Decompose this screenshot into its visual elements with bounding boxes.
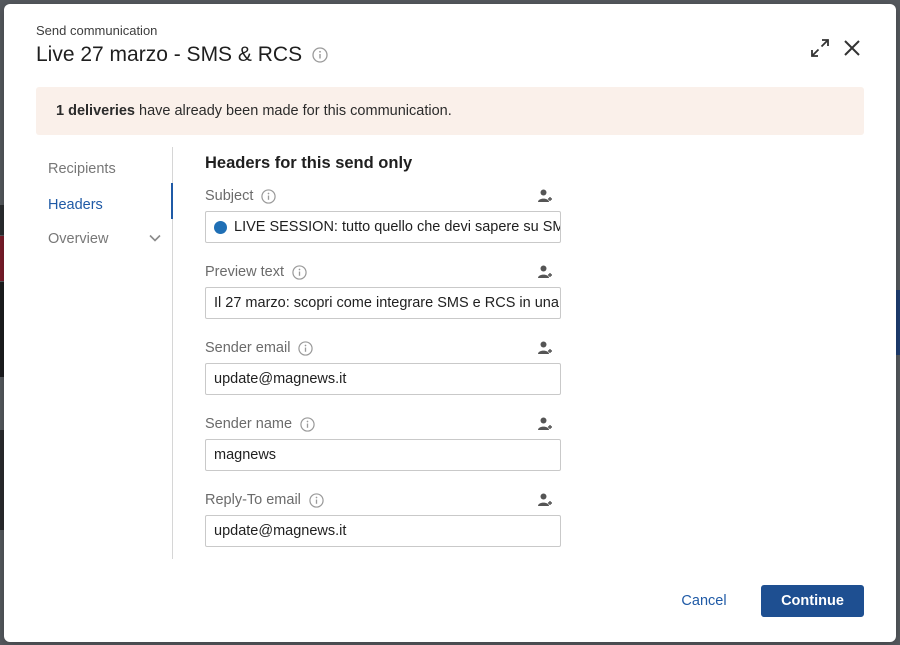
nav-item-overview[interactable]: Overview	[48, 231, 108, 247]
preview-text-label: Preview text	[205, 264, 284, 280]
subject-value: LIVE SESSION: tutto quello che devi sape…	[234, 219, 560, 235]
person-placeholder-icon[interactable]	[537, 416, 553, 432]
info-icon[interactable]	[292, 264, 307, 280]
deliveries-warning-banner: 1 deliveries have already been made for …	[36, 87, 864, 135]
sender-email-label: Sender email	[205, 340, 291, 356]
dialog-eyebrow: Send communication	[36, 23, 158, 38]
preview-text-field: Preview text Il 27 marzo: scopri come in…	[205, 262, 561, 319]
reply-to-email-label: Reply-To email	[205, 492, 301, 508]
deliveries-message: have already been made for this communic…	[139, 103, 452, 119]
info-icon[interactable]	[298, 340, 314, 356]
subject-input[interactable]: LIVE SESSION: tutto quello che devi sape…	[205, 211, 561, 243]
subject-label: Subject	[205, 188, 254, 204]
dialog-title: Live 27 marzo - SMS & RCS	[36, 43, 303, 66]
info-icon[interactable]	[261, 188, 277, 204]
sender-name-input[interactable]: magnews	[205, 439, 561, 471]
sender-name-value: magnews	[214, 447, 277, 463]
sender-email-value: update@magnews.it	[214, 371, 347, 387]
preview-text-value: Il 27 marzo: scopri come integrare SMS e…	[214, 295, 560, 311]
person-placeholder-icon[interactable]	[537, 264, 553, 280]
chevron-down-icon[interactable]	[148, 231, 162, 245]
headers-form: Headers for this send only Subject LIVE …	[205, 154, 565, 547]
section-title: Headers for this send only	[205, 154, 413, 172]
info-icon[interactable]	[300, 416, 315, 432]
nav-item-headers[interactable]: Headers	[48, 197, 103, 213]
cancel-button[interactable]: Cancel	[668, 585, 740, 617]
person-placeholder-icon[interactable]	[537, 188, 553, 204]
preview-text-input[interactable]: Il 27 marzo: scopri come integrare SMS e…	[205, 287, 561, 319]
sender-email-field: Sender email update@magnews.it	[205, 338, 561, 395]
close-icon[interactable]	[841, 37, 863, 59]
expand-icon[interactable]	[809, 37, 831, 59]
deliveries-count: 1 deliveries	[56, 103, 135, 119]
step-navigation: Recipients Headers Overview	[36, 147, 173, 559]
sender-name-field: Sender name magnews	[205, 414, 561, 471]
status-dot	[214, 220, 227, 234]
person-placeholder-icon[interactable]	[537, 340, 553, 356]
person-placeholder-icon[interactable]	[537, 492, 553, 508]
info-icon[interactable]	[312, 47, 328, 63]
info-icon[interactable]	[309, 492, 324, 508]
subject-field: Subject LIVE SESSION: tutto quello che d…	[205, 186, 561, 243]
dialog-title-row: Live 27 marzo - SMS & RCS	[36, 43, 328, 67]
send-communication-dialog: Send communication Live 27 marzo - SMS &…	[4, 4, 896, 642]
nav-item-recipients[interactable]: Recipients	[48, 161, 116, 177]
reply-to-email-field: Reply-To email update@magnews.it	[205, 490, 561, 547]
sender-name-label: Sender name	[205, 416, 293, 432]
nav-active-indicator	[171, 183, 173, 219]
reply-to-email-value: update@magnews.it	[214, 523, 347, 539]
reply-to-email-input[interactable]: update@magnews.it	[205, 515, 561, 547]
sender-email-input[interactable]: update@magnews.it	[205, 363, 561, 395]
continue-button[interactable]: Continue	[761, 585, 864, 617]
